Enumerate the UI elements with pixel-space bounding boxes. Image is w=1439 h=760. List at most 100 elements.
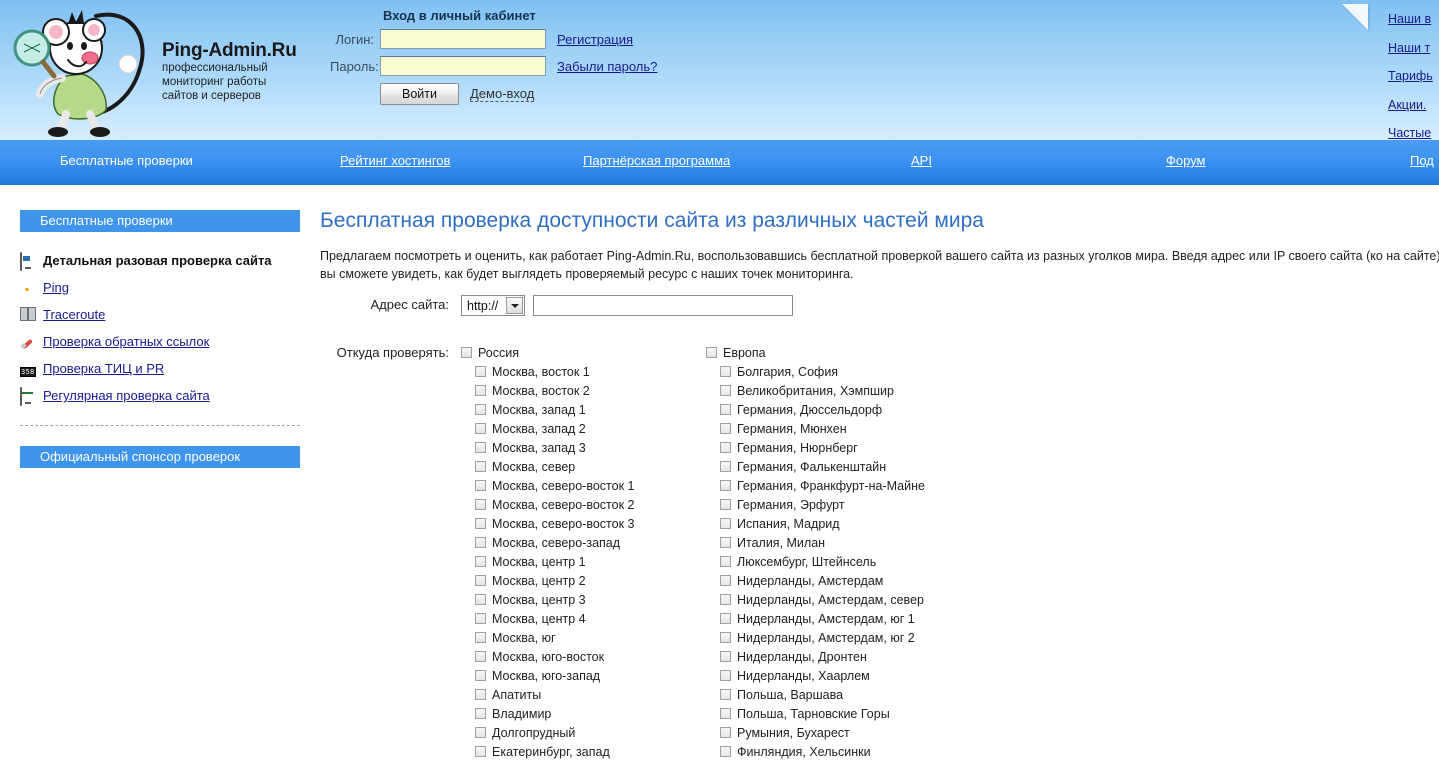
sidebar-item-backlinks[interactable]: Проверка обратных ссылок [20,328,310,355]
sidebar-item-label[interactable]: Регулярная проверка сайта [43,388,210,403]
sidebar-item-detailed-check[interactable]: Детальная разовая проверка сайта [20,247,310,274]
corner-link-4[interactable]: Частые [1388,126,1439,140]
location-row[interactable]: Германия, Фалькенштайн [706,457,951,476]
location-row[interactable]: Москва, восток 2 [461,381,706,400]
location-checkbox[interactable] [720,385,731,396]
location-checkbox[interactable] [720,651,731,662]
password-input[interactable] [380,56,546,76]
location-checkbox[interactable] [475,461,486,472]
forgot-password-link[interactable]: Забыли пароль? [557,59,657,74]
location-checkbox[interactable] [475,746,486,757]
location-checkbox[interactable] [720,727,731,738]
location-checkbox[interactable] [720,689,731,700]
location-row[interactable]: Германия, Дюссельдорф [706,400,951,419]
location-checkbox[interactable] [475,404,486,415]
location-row[interactable]: Болгария, София [706,362,951,381]
location-row[interactable]: Москва, центр 4 [461,609,706,628]
location-row[interactable]: Испания, Мадрид [706,514,951,533]
location-checkbox[interactable] [720,442,731,453]
location-row[interactable]: Москва, юг [461,628,706,647]
location-row[interactable]: Долгопрудный [461,723,706,742]
location-row[interactable]: Москва, запад 3 [461,438,706,457]
nav-item-support[interactable]: Под [1410,153,1434,168]
location-row[interactable]: Польша, Тарновские Горы [706,704,951,723]
location-row[interactable]: Москва, запад 1 [461,400,706,419]
group-checkbox-row-europe[interactable]: Европа [706,343,951,362]
corner-link-3[interactable]: Акции. [1388,98,1439,112]
location-row[interactable]: Москва, северо-запад [461,533,706,552]
location-row[interactable]: Москва, центр 1 [461,552,706,571]
location-row[interactable]: Москва, центр 2 [461,571,706,590]
sidebar-item-label[interactable]: Проверка ТИЦ и PR [43,361,164,376]
location-row[interactable]: Нидерланды, Амстердам, юг 2 [706,628,951,647]
location-checkbox[interactable] [720,632,731,643]
location-checkbox[interactable] [720,613,731,624]
location-row[interactable]: Нидерланды, Хаарлем [706,666,951,685]
location-row[interactable]: Люксембург, Штейнсель [706,552,951,571]
group-checkbox-row-russia[interactable]: Россия [461,343,706,362]
location-row[interactable]: Германия, Мюнхен [706,419,951,438]
sidebar-item-label[interactable]: Проверка обратных ссылок [43,334,209,349]
location-checkbox[interactable] [475,575,486,586]
location-checkbox[interactable] [475,518,486,529]
sidebar-item-label[interactable]: Traceroute [43,307,105,322]
location-row[interactable]: Екатеринбург, запад [461,742,706,760]
nav-item-hosting-rating[interactable]: Рейтинг хостингов [340,153,450,168]
corner-link-0[interactable]: Наши в [1388,12,1439,26]
login-submit-button[interactable]: Войти [380,83,459,105]
location-checkbox[interactable] [475,480,486,491]
location-row[interactable]: Польша, Варшава [706,685,951,704]
location-row[interactable]: Нидерланды, Амстердам, север [706,590,951,609]
demo-login-link[interactable]: Демо-вход [470,86,534,102]
location-row[interactable]: Москва, северо-восток 3 [461,514,706,533]
location-row[interactable]: Великобритания, Хэмпшир [706,381,951,400]
location-checkbox[interactable] [475,537,486,548]
location-checkbox[interactable] [475,366,486,377]
location-checkbox[interactable] [720,670,731,681]
group-checkbox-europe[interactable] [706,347,717,358]
location-checkbox[interactable] [475,727,486,738]
location-checkbox[interactable] [720,556,731,567]
nav-item-free-checks[interactable]: Бесплатные проверки [60,153,193,168]
sidebar-item-regular-check[interactable]: Регулярная проверка сайта [20,382,310,409]
chevron-down-icon[interactable] [506,297,523,314]
location-row[interactable]: Москва, восток 1 [461,362,706,381]
location-checkbox[interactable] [720,499,731,510]
location-row[interactable]: Нидерланды, Амстердам, юг 1 [706,609,951,628]
location-row[interactable]: Германия, Эрфурт [706,495,951,514]
location-row[interactable]: Румыния, Бухарест [706,723,951,742]
corner-link-2[interactable]: Тарифь [1388,69,1439,83]
location-checkbox[interactable] [475,670,486,681]
location-row[interactable]: Москва, север [461,457,706,476]
corner-link-1[interactable]: Наши т [1388,41,1439,55]
location-checkbox[interactable] [720,537,731,548]
location-checkbox[interactable] [475,689,486,700]
location-checkbox[interactable] [475,708,486,719]
location-row[interactable]: Германия, Франкфурт-на-Майне [706,476,951,495]
location-checkbox[interactable] [720,480,731,491]
location-checkbox[interactable] [720,518,731,529]
nav-item-partner-program[interactable]: Партнёрская программа [583,153,730,168]
location-row[interactable]: Апатиты [461,685,706,704]
location-checkbox[interactable] [475,594,486,605]
location-row[interactable]: Москва, северо-восток 2 [461,495,706,514]
location-row[interactable]: Москва, центр 3 [461,590,706,609]
sidebar-item-traceroute[interactable]: Traceroute [20,301,310,328]
location-row[interactable]: Москва, северо-восток 1 [461,476,706,495]
location-checkbox[interactable] [475,632,486,643]
login-input[interactable] [380,29,546,49]
location-row[interactable]: Германия, Нюрнберг [706,438,951,457]
location-row[interactable]: Нидерланды, Амстердам [706,571,951,590]
sidebar-item-label[interactable]: Ping [43,280,69,295]
location-row[interactable]: Финляндия, Хельсинки [706,742,951,760]
sidebar-item-ping[interactable]: Ping [20,274,310,301]
location-checkbox[interactable] [475,499,486,510]
location-checkbox[interactable] [720,404,731,415]
location-checkbox[interactable] [720,366,731,377]
location-row[interactable]: Москва, юго-восток [461,647,706,666]
location-checkbox[interactable] [720,423,731,434]
location-row[interactable]: Москва, запад 2 [461,419,706,438]
location-row[interactable]: Италия, Милан [706,533,951,552]
location-checkbox[interactable] [720,746,731,757]
nav-item-forum[interactable]: Форум [1166,153,1206,168]
